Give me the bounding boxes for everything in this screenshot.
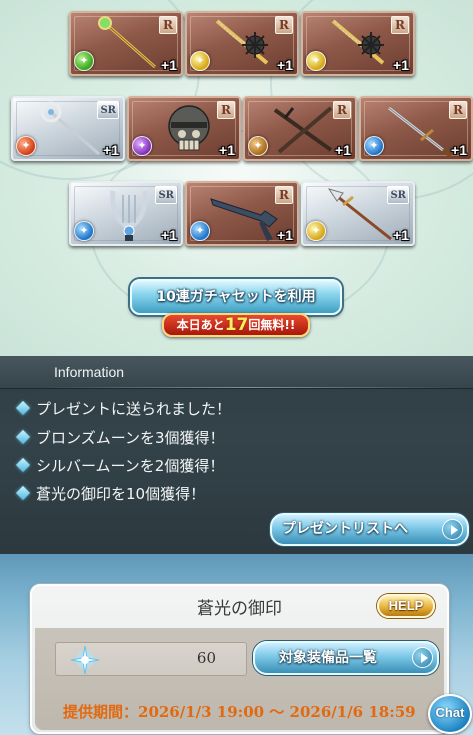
- rarity-badge: R: [159, 16, 177, 34]
- diamond-bullet-icon: [15, 457, 31, 473]
- free-draws-suffix: 回無料!!: [248, 318, 296, 332]
- obtained-count: +1: [161, 57, 177, 73]
- diamond-bullet-icon: [15, 400, 31, 416]
- info-item-text: 蒼光の御印を10個獲得！: [36, 485, 206, 503]
- obtained-count: +1: [219, 142, 235, 158]
- information-header: Information: [0, 356, 473, 389]
- rarity-badge: R: [391, 16, 409, 34]
- obtained-count: +1: [161, 227, 177, 243]
- gacha-result-area: R ✦ +1 R ✦ +1 R ✦ +1 SR ✦ +1 R ✦ +1 R ✦ …: [0, 0, 473, 356]
- chat-button[interactable]: Chat: [428, 694, 472, 734]
- obtained-count: +1: [277, 57, 293, 73]
- rarity-badge: R: [275, 186, 293, 204]
- free-draws-prefix: 本日あと: [176, 318, 225, 332]
- free-draws-remaining-badge: 本日あと17回無料!!: [162, 313, 310, 337]
- item-count-value: 60: [196, 649, 216, 667]
- rarity-badge: R: [217, 101, 235, 119]
- free-draws-count: 17: [224, 315, 249, 335]
- weapon-card[interactable]: R ✦ +1: [127, 96, 241, 161]
- rarity-badge: R: [449, 101, 467, 119]
- obtained-count: +1: [335, 142, 351, 158]
- target-equipment-list-button[interactable]: 対象装備品一覧: [253, 641, 439, 675]
- staff-icon: [98, 16, 156, 69]
- info-item-text: シルバームーンを2個獲得！: [36, 457, 225, 475]
- dark-element-icon: ✦: [132, 136, 152, 156]
- obtained-count: +1: [277, 227, 293, 243]
- arrow-right-icon: [412, 647, 433, 668]
- obtained-count: +1: [393, 227, 409, 243]
- weapon-card[interactable]: SR ✦ +1: [301, 181, 415, 246]
- present-list-label: プレゼントリストへ: [282, 521, 408, 537]
- water-element-icon: ✦: [74, 221, 94, 241]
- info-list-item: 蒼光の御印を10個獲得！: [15, 483, 206, 505]
- weapon-card[interactable]: SR ✦ +1: [69, 181, 183, 246]
- offer-period-text: 提供期間：2026/1/3 19:00 〜 2026/1/6 18:59: [63, 703, 416, 721]
- rarity-badge: SR: [97, 101, 119, 119]
- skull-helmet-icon: [168, 105, 210, 151]
- water-element-icon: ✦: [190, 221, 210, 241]
- blue-seal-icon: [70, 645, 100, 675]
- header-divider: [40, 387, 461, 388]
- information-title: Information: [54, 364, 125, 380]
- gun-icon: [210, 198, 278, 241]
- help-button[interactable]: HELP: [377, 594, 435, 618]
- info-list-item: シルバームーンを2個獲得！: [15, 455, 225, 477]
- info-list-item: プレゼントに送られました！: [15, 398, 232, 420]
- water-element-icon: ✦: [364, 136, 384, 156]
- weapon-card[interactable]: SR ✦ +1: [11, 96, 125, 161]
- earth-element-icon: ✦: [248, 136, 268, 156]
- info-item-text: プレゼントに送られました！: [36, 400, 232, 418]
- obtained-count: +1: [393, 57, 409, 73]
- light-element-icon: ✦: [190, 51, 210, 71]
- fire-element-icon: ✦: [16, 136, 36, 156]
- light-element-icon: ✦: [306, 51, 326, 71]
- weapon-card[interactable]: R ✦ +1: [185, 11, 299, 76]
- present-list-button[interactable]: プレゼントリストへ: [270, 513, 469, 546]
- obtained-count: +1: [451, 142, 467, 158]
- arrow-right-icon: [442, 519, 463, 540]
- target-equipment-label: 対象装備品一覧: [279, 650, 377, 666]
- light-element-icon: ✦: [306, 221, 326, 241]
- crossed-blades-icon: [273, 106, 333, 154]
- info-list-item: ブロンズムーンを3個獲得！: [15, 427, 225, 449]
- info-item-text: ブロンズムーンを3個獲得！: [36, 429, 225, 447]
- weapon-card[interactable]: R ✦ +1: [69, 11, 183, 76]
- rarity-badge: R: [333, 101, 351, 119]
- sword-icon: [388, 106, 453, 158]
- mace-icon: [215, 19, 269, 65]
- use-10-draw-set-button[interactable]: 10連ガチャセットを利用: [130, 279, 342, 315]
- item-count-field: 60: [55, 642, 247, 676]
- weapon-card[interactable]: R ✦ +1: [301, 11, 415, 76]
- weapon-card[interactable]: R ✦ +1: [359, 96, 473, 161]
- wind-element-icon: ✦: [74, 51, 94, 71]
- rarity-badge: R: [275, 16, 293, 34]
- rarity-badge: SR: [155, 186, 177, 204]
- mace-icon: [331, 19, 385, 65]
- information-panel: Information プレゼントに送られました！ ブロンズムーンを3個獲得！ …: [0, 356, 473, 554]
- diamond-bullet-icon: [15, 485, 31, 501]
- diamond-bullet-icon: [15, 429, 31, 445]
- rarity-badge: SR: [387, 186, 409, 204]
- weapon-card[interactable]: R ✦ +1: [185, 181, 299, 246]
- obtained-count: +1: [103, 142, 119, 158]
- weapon-card[interactable]: R ✦ +1: [243, 96, 357, 161]
